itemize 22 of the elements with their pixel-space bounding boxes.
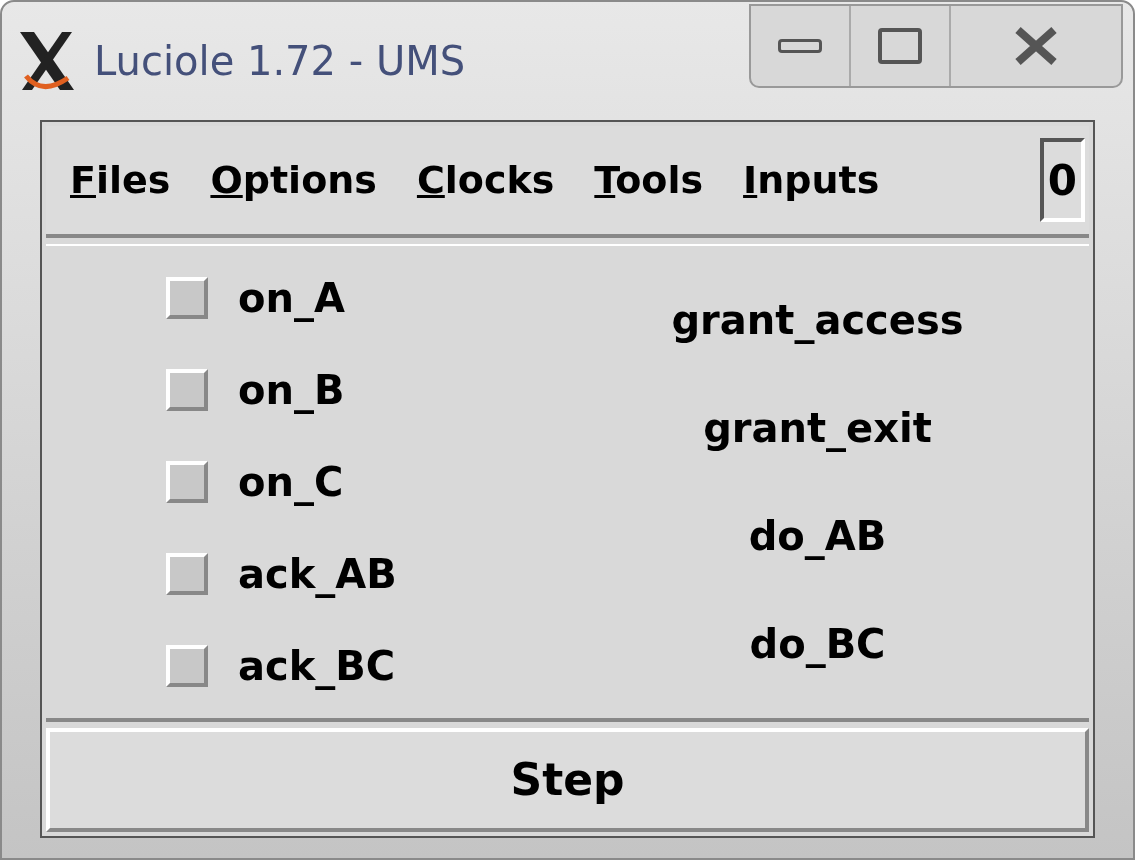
menu-item[interactable]: Files (70, 151, 171, 209)
menu-item[interactable]: Tools (594, 151, 704, 209)
checkbox[interactable] (166, 277, 208, 319)
checkbox[interactable] (166, 461, 208, 503)
input-label: ack_BC (238, 642, 396, 692)
window-title: Luciole 1.72 - UMS (94, 37, 466, 86)
counter-field: 0 (1039, 138, 1085, 222)
input-label: on_C (238, 458, 344, 508)
input-label: on_A (238, 274, 345, 324)
output-label: do_BC (749, 620, 886, 670)
menu-item[interactable]: Options (210, 151, 377, 209)
menu-item[interactable]: Inputs (743, 151, 880, 209)
output-label: grant_access (671, 296, 964, 346)
menu-item[interactable]: Clocks (416, 151, 555, 209)
output-label: grant_exit (703, 404, 932, 454)
checkbox[interactable] (166, 645, 208, 687)
input-label: ack_AB (238, 550, 397, 600)
input-label: on_B (238, 366, 345, 416)
checkbox[interactable] (166, 369, 208, 411)
output-label: do_AB (748, 512, 887, 562)
checkbox[interactable] (166, 553, 208, 595)
step-button[interactable]: Step (46, 728, 1089, 832)
